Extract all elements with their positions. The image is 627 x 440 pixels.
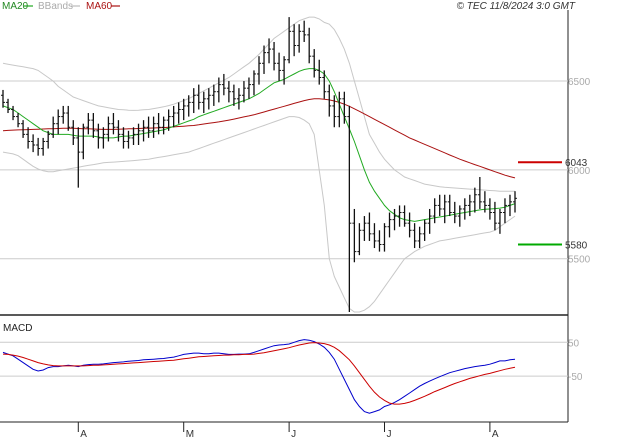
legend-ma20-label: MA20 (2, 1, 29, 12)
time-tick-label-4: A (492, 429, 499, 440)
price-tick-label-0: 6500 (568, 77, 591, 88)
macd-tick-label-1: -50 (568, 372, 583, 383)
legend-bbands-label: BBands (38, 1, 73, 12)
time-tick-label-1: M (186, 429, 194, 440)
copyright-text: © TEC 11/8/2024 3:0 GMT (457, 1, 576, 12)
support-level-label: 5580 (565, 240, 588, 251)
macd-tick-label-0: 50 (568, 338, 580, 349)
price-tick-label-1: 6000 (568, 166, 591, 177)
time-tick-label-2: J (291, 429, 296, 440)
time-tick-label-3: J (386, 429, 391, 440)
price-tick-label-2: 5500 (568, 255, 591, 266)
legend: MA20 BBands MA60 (2, 1, 120, 12)
macd-panel-title: MACD (3, 323, 32, 334)
time-tick-label-0: A (80, 429, 87, 440)
stock-chart: MA20 BBands MA60 © TEC 11/8/2024 3:0 GMT… (0, 0, 627, 440)
plot-background (0, 0, 627, 440)
legend-ma60-label: MA60 (86, 1, 113, 12)
